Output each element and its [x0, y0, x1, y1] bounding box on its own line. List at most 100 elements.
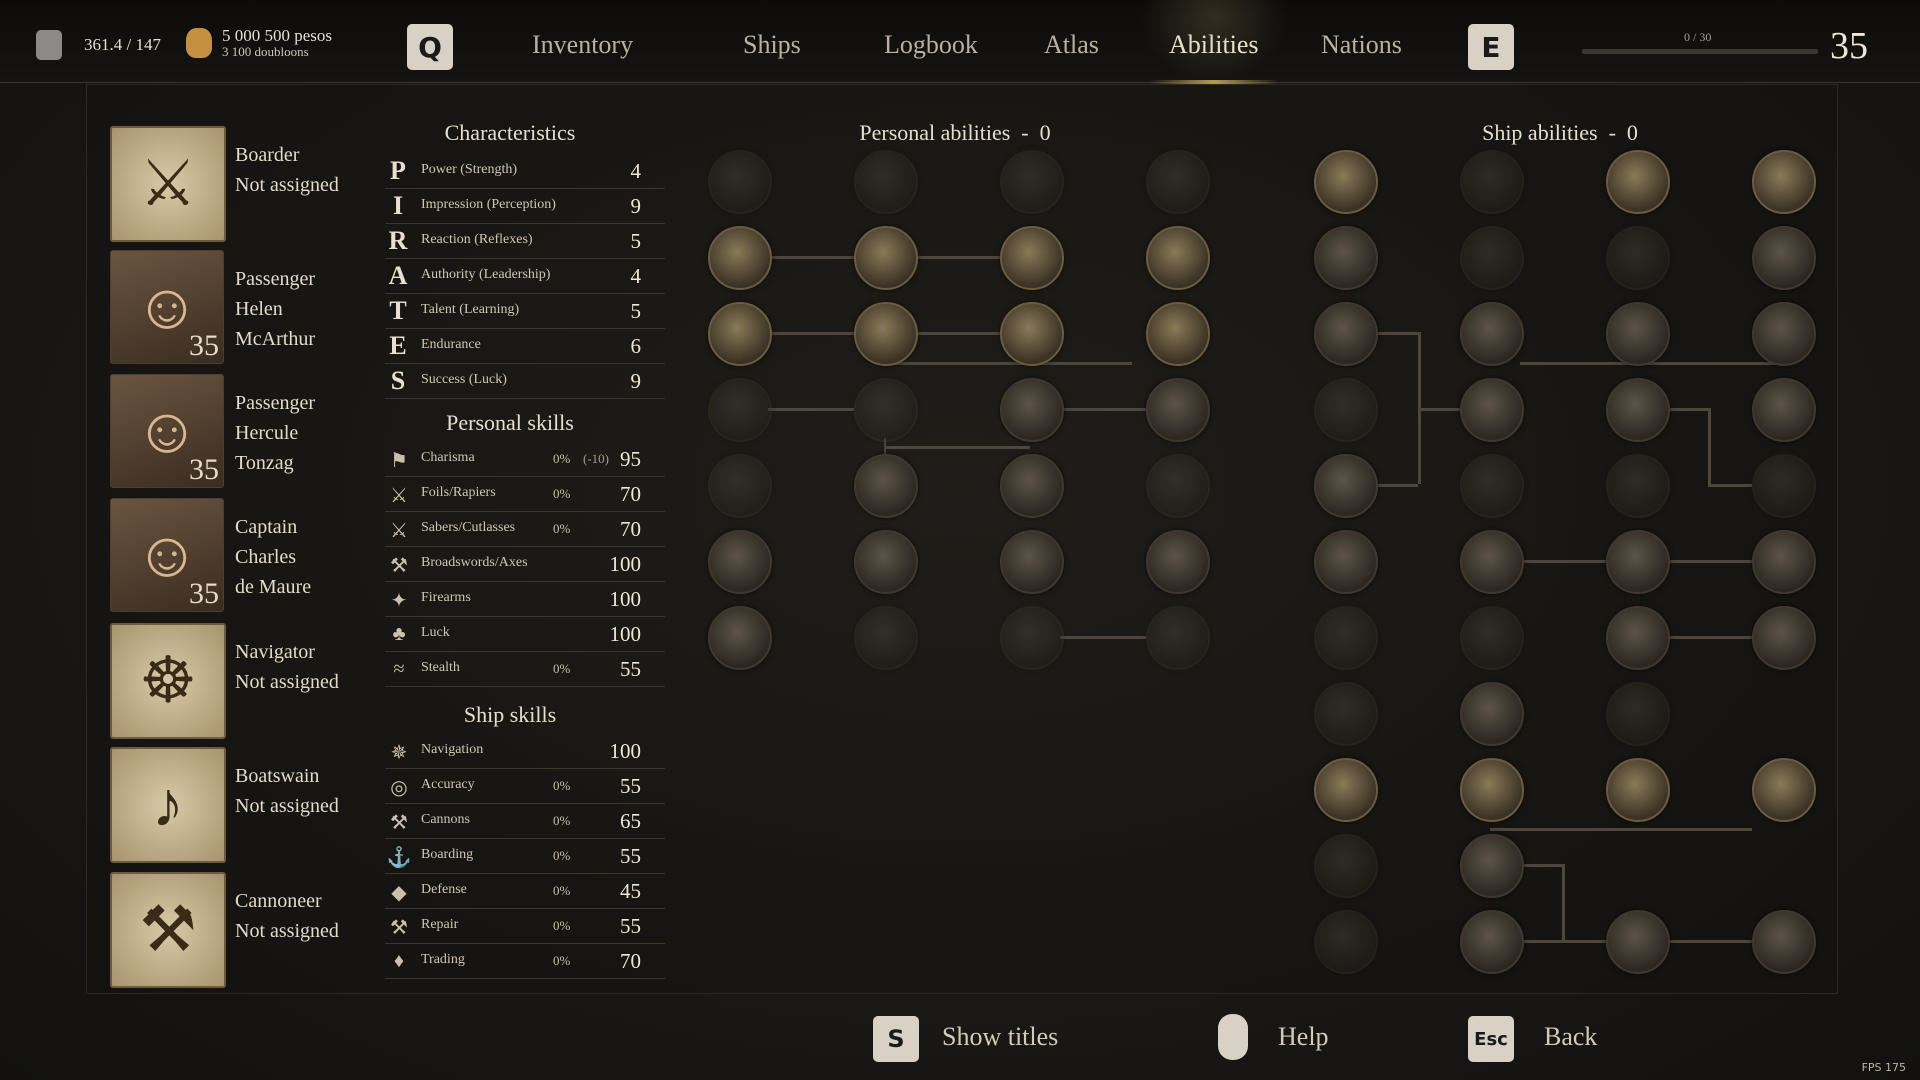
ability-icon[interactable]	[1314, 150, 1378, 214]
tab-inventory[interactable]: Inventory	[532, 30, 633, 60]
ability-icon[interactable]	[1000, 378, 1064, 442]
ability-icon[interactable]	[708, 378, 772, 442]
officer-slot[interactable]: ☸ Navigator Not assigned	[110, 623, 380, 739]
ability-icon[interactable]	[1606, 682, 1670, 746]
ability-icon[interactable]	[1000, 530, 1064, 594]
tab-logbook[interactable]: Logbook	[884, 30, 978, 60]
stat-row[interactable]: ◎ Accuracy 0% 55	[385, 769, 665, 804]
ability-icon[interactable]	[708, 530, 772, 594]
ability-icon[interactable]	[1314, 454, 1378, 518]
ability-icon[interactable]	[1460, 226, 1524, 290]
ability-icon[interactable]	[1460, 150, 1524, 214]
prev-tab-key[interactable]: Q	[407, 24, 453, 70]
officer-slot[interactable]: ☺ 35 Passenger Helen McArthur	[110, 250, 380, 364]
back-key[interactable]: Esc	[1468, 1016, 1514, 1062]
ability-icon[interactable]	[1146, 226, 1210, 290]
ability-icon[interactable]	[1752, 454, 1816, 518]
ability-icon[interactable]	[854, 226, 918, 290]
ability-icon[interactable]	[1000, 454, 1064, 518]
ability-icon[interactable]	[1606, 530, 1670, 594]
ability-icon[interactable]	[708, 302, 772, 366]
stat-row[interactable]: ♦ Trading 0% 70	[385, 944, 665, 979]
stat-row[interactable]: I Impression (Perception) 9	[385, 189, 665, 224]
ability-icon[interactable]	[854, 606, 918, 670]
ability-icon[interactable]	[1606, 758, 1670, 822]
ability-icon[interactable]	[1314, 682, 1378, 746]
stat-row[interactable]: S Success (Luck) 9	[385, 364, 665, 399]
officer-slot[interactable]: ☺ 35 Captain Charles de Maure	[110, 498, 380, 612]
ability-icon[interactable]	[1314, 834, 1378, 898]
ability-icon[interactable]	[1460, 302, 1524, 366]
ability-icon[interactable]	[1314, 606, 1378, 670]
ability-icon[interactable]	[708, 226, 772, 290]
ability-icon[interactable]	[1460, 758, 1524, 822]
stat-row[interactable]: ⚒ Repair 0% 55	[385, 909, 665, 944]
stat-row[interactable]: R Reaction (Reflexes) 5	[385, 224, 665, 259]
stat-row[interactable]: ✦ Firearms 100	[385, 582, 665, 617]
stat-row[interactable]: ⚓ Boarding 0% 55	[385, 839, 665, 874]
ability-icon[interactable]	[1606, 454, 1670, 518]
stat-row[interactable]: ⚑ Charisma 0% (-10) 95	[385, 442, 665, 477]
ability-icon[interactable]	[1314, 302, 1378, 366]
stat-row[interactable]: T Talent (Learning) 5	[385, 294, 665, 329]
stat-row[interactable]: ≈ Stealth 0% 55	[385, 652, 665, 687]
officer-slot[interactable]: ☺ 35 Passenger Hercule Tonzag	[110, 374, 380, 488]
ability-icon[interactable]	[1314, 910, 1378, 974]
officer-slot[interactable]: ⚒ Cannoneer Not assigned	[110, 872, 380, 988]
ability-icon[interactable]	[1606, 302, 1670, 366]
ability-icon[interactable]	[854, 454, 918, 518]
tab-nations[interactable]: Nations	[1321, 30, 1402, 60]
stat-row[interactable]: ⚒ Cannons 0% 65	[385, 804, 665, 839]
ability-icon[interactable]	[1752, 378, 1816, 442]
officer-slot[interactable]: ⚔ Boarder Not assigned	[110, 126, 380, 242]
ability-icon[interactable]	[1460, 682, 1524, 746]
ability-icon[interactable]	[1146, 302, 1210, 366]
ability-icon[interactable]	[1460, 454, 1524, 518]
stat-row[interactable]: ◆ Defense 0% 45	[385, 874, 665, 909]
help-button[interactable]: Help	[1278, 1022, 1329, 1052]
stat-row[interactable]: E Endurance 6	[385, 329, 665, 364]
ability-icon[interactable]	[854, 378, 918, 442]
ability-icon[interactable]	[854, 302, 918, 366]
stat-row[interactable]: ⚔ Foils/Rapiers 0% 70	[385, 477, 665, 512]
ability-icon[interactable]	[1000, 606, 1064, 670]
ability-icon[interactable]	[1314, 530, 1378, 594]
ability-icon[interactable]	[708, 606, 772, 670]
ability-icon[interactable]	[708, 454, 772, 518]
officer-slot[interactable]: ♪ Boatswain Not assigned	[110, 747, 380, 863]
ability-icon[interactable]	[1000, 226, 1064, 290]
ability-icon[interactable]	[1146, 454, 1210, 518]
ability-icon[interactable]	[1460, 606, 1524, 670]
ability-icon[interactable]	[1314, 226, 1378, 290]
ability-icon[interactable]	[1606, 150, 1670, 214]
ability-icon[interactable]	[1752, 226, 1816, 290]
ability-icon[interactable]	[1146, 150, 1210, 214]
ability-icon[interactable]	[1000, 302, 1064, 366]
ability-icon[interactable]	[1752, 910, 1816, 974]
ability-icon[interactable]	[1460, 910, 1524, 974]
ability-icon[interactable]	[1606, 226, 1670, 290]
show-titles-button[interactable]: Show titles	[942, 1022, 1058, 1052]
stat-row[interactable]: P Power (Strength) 4	[385, 154, 665, 189]
ability-icon[interactable]	[1146, 378, 1210, 442]
ability-icon[interactable]	[1146, 606, 1210, 670]
next-tab-key[interactable]: E	[1468, 24, 1514, 70]
ability-icon[interactable]	[1752, 758, 1816, 822]
ability-icon[interactable]	[854, 150, 918, 214]
ability-icon[interactable]	[1752, 150, 1816, 214]
ability-icon[interactable]	[1606, 606, 1670, 670]
back-button[interactable]: Back	[1544, 1022, 1597, 1052]
ability-icon[interactable]	[1606, 378, 1670, 442]
ability-icon[interactable]	[1314, 758, 1378, 822]
stat-row[interactable]: ✵ Navigation 100	[385, 734, 665, 769]
ability-icon[interactable]	[1460, 530, 1524, 594]
stat-row[interactable]: ⚔ Sabers/Cutlasses 0% 70	[385, 512, 665, 547]
stat-row[interactable]: ♣ Luck 100	[385, 617, 665, 652]
tab-atlas[interactable]: Atlas	[1044, 30, 1099, 60]
ability-icon[interactable]	[708, 150, 772, 214]
ability-icon[interactable]	[1314, 378, 1378, 442]
ability-icon[interactable]	[1752, 530, 1816, 594]
show-titles-key[interactable]: S	[873, 1016, 919, 1062]
ability-icon[interactable]	[1146, 530, 1210, 594]
ability-icon[interactable]	[1460, 378, 1524, 442]
